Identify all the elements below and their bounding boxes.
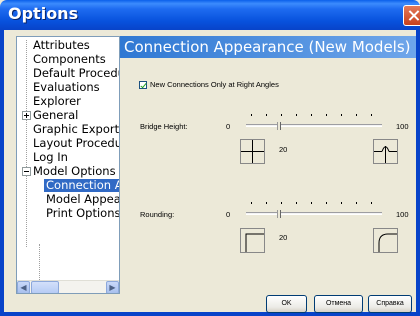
ok-button[interactable]: OK — [266, 295, 307, 313]
rounding-min: 0 — [226, 210, 231, 219]
window-frame-left — [0, 30, 4, 316]
tree-item-evaluations[interactable]: Evaluations — [33, 81, 100, 94]
help-button[interactable]: Справка — [368, 295, 412, 313]
rounding-curved-preview — [373, 228, 398, 253]
tree-item-general[interactable]: General — [33, 109, 78, 122]
right-angles-label[interactable]: New Connections Only at Right Angles — [150, 80, 279, 89]
bridge-hop-preview — [373, 139, 398, 164]
scroll-right-icon[interactable]: ▶ — [106, 281, 119, 293]
bridge-flat-preview — [240, 139, 265, 164]
expand-plus-icon[interactable] — [22, 111, 31, 120]
bridge-height-label: Bridge Height: — [140, 122, 188, 131]
rounding-label: Rounding: — [140, 210, 175, 219]
bridge-height-slider[interactable] — [246, 113, 384, 133]
tree-item-explorer[interactable]: Explorer — [33, 95, 81, 108]
panel-title: Connection Appearance (New Models) — [124, 38, 411, 56]
tree-item-model-appearance[interactable]: Model Appea — [46, 193, 119, 206]
bridge-height-value: 20 — [279, 145, 288, 154]
bridge-height-min: 0 — [226, 122, 231, 131]
scrollbar-thumb[interactable] — [31, 281, 59, 293]
scroll-left-icon[interactable]: ◀ — [17, 281, 30, 293]
bridge-height-max: 100 — [396, 122, 409, 131]
collapse-minus-icon[interactable] — [22, 167, 31, 176]
window-title: Options — [8, 4, 79, 23]
rounding-max: 100 — [396, 210, 409, 219]
title-bar: Options — [0, 0, 420, 30]
bridge-height-thumb[interactable] — [277, 122, 281, 130]
rounding-value: 20 — [279, 233, 288, 242]
close-icon[interactable] — [403, 5, 420, 26]
tree-item-print-options[interactable]: Print Options — [46, 207, 119, 220]
rounding-slider[interactable] — [246, 201, 384, 221]
cancel-button[interactable]: Отмена — [314, 295, 363, 313]
tree-item-log-in[interactable]: Log In — [33, 151, 68, 164]
rounding-square-preview — [240, 228, 265, 253]
rounding-thumb[interactable] — [277, 210, 281, 218]
tree-item-layout-procedures[interactable]: Layout Procedu — [33, 137, 119, 150]
panel-header: Connection Appearance (New Models) — [120, 36, 416, 58]
tree-item-default-procedures[interactable]: Default Procedu — [33, 67, 119, 80]
tree-item-model-options[interactable]: Model Options ( — [33, 165, 119, 178]
options-tree[interactable]: Attributes Components Default Procedu Ev… — [16, 36, 120, 294]
horizontal-scrollbar[interactable]: ◀ ▶ — [17, 280, 119, 293]
tree-item-components[interactable]: Components — [33, 53, 106, 66]
settings-panel: New Connections Only at Right Angles Bri… — [120, 58, 416, 258]
window-frame-right — [416, 30, 420, 316]
tree-item-connection-appearance[interactable]: Connection A — [44, 179, 119, 192]
right-angles-checkbox[interactable] — [139, 81, 147, 89]
tree-item-graphic-export[interactable]: Graphic Export — [33, 123, 119, 136]
tree-item-attributes[interactable]: Attributes — [33, 39, 90, 52]
